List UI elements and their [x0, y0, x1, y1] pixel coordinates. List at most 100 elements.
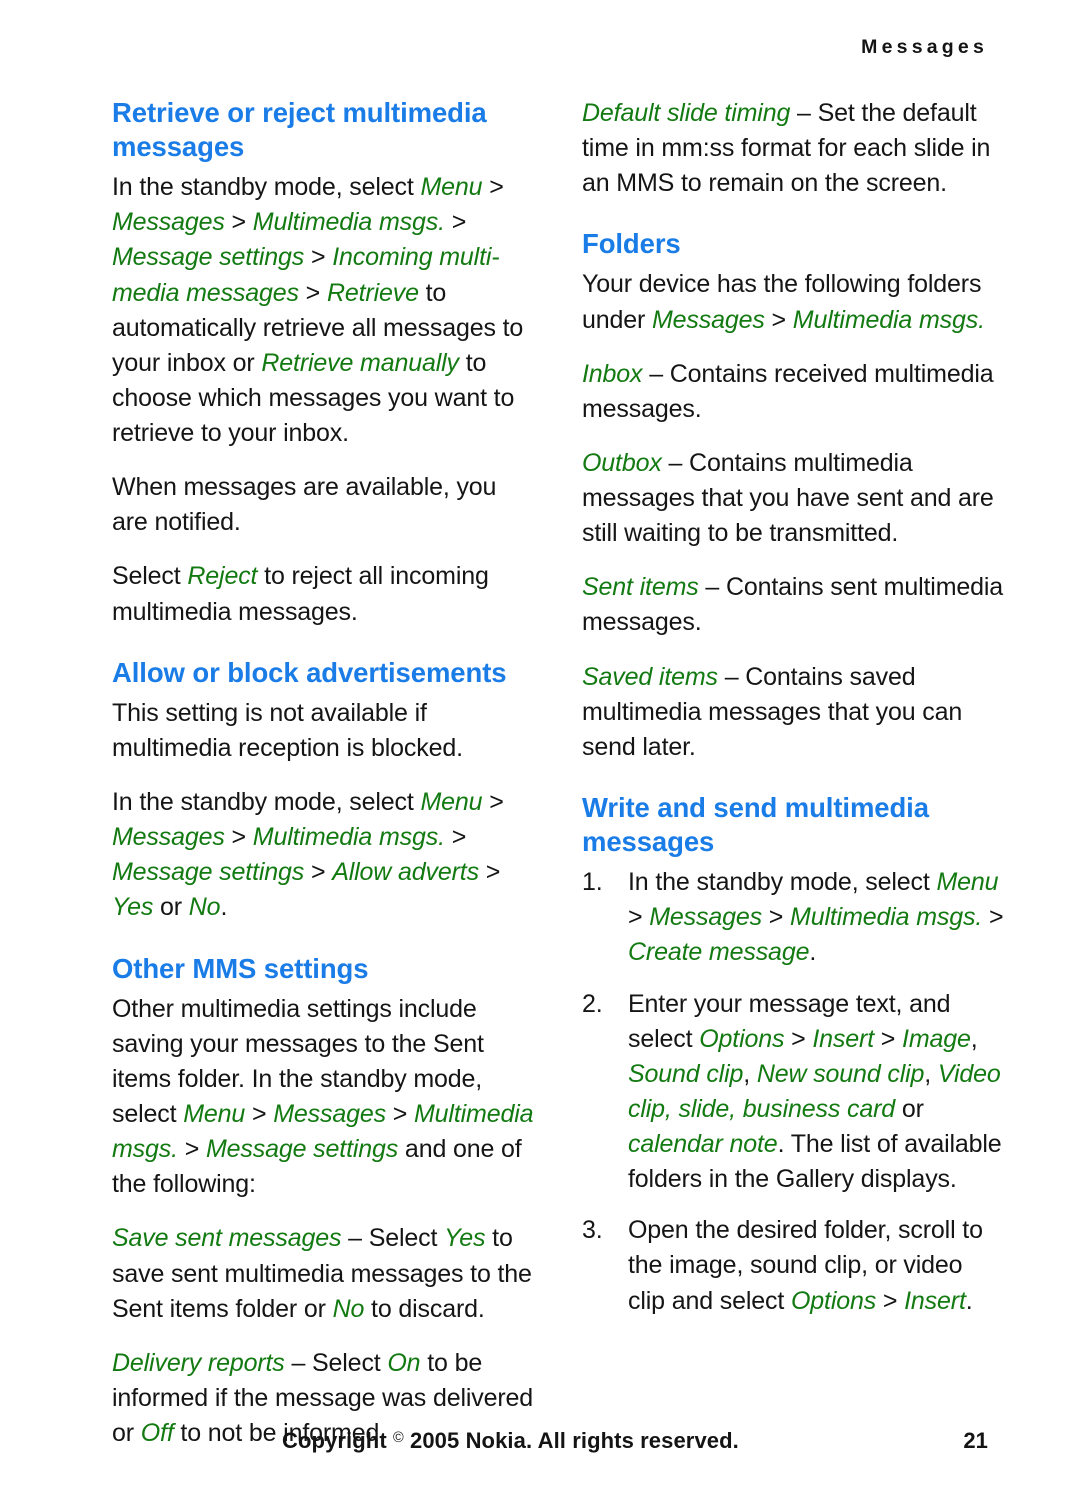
- body-paragraph: Sent items – Contains sent multimedia me…: [582, 570, 1006, 640]
- body-text: or: [895, 1094, 924, 1123]
- body-text: >: [478, 858, 501, 887]
- body-paragraph: Default slide timing – Set the default t…: [582, 96, 1006, 201]
- body-text: ,: [924, 1059, 938, 1088]
- manual-page: Messages Retrieve or reject multimedia m…: [0, 0, 1080, 1496]
- body-paragraph: When messages are available, you are not…: [112, 470, 536, 540]
- section-heading: Other MMS settings: [112, 952, 369, 984]
- section-heading: Write and send multimedia messages: [582, 791, 929, 858]
- ui-term: Menu: [936, 868, 999, 897]
- ui-term: Messages: [649, 903, 762, 932]
- ui-term: Yes: [444, 1224, 486, 1253]
- ui-term: Inbox: [582, 359, 643, 388]
- body-text: .: [220, 893, 228, 922]
- body-text: >: [764, 305, 793, 334]
- ui-term: Multimedia msgs.: [792, 305, 985, 334]
- copyright-notice: Copyright © 2005 Nokia. All rights reser…: [282, 1428, 739, 1454]
- ui-term: Sound clip: [628, 1059, 744, 1088]
- body-text: >: [982, 903, 1004, 932]
- body-text: >: [628, 903, 650, 932]
- ui-term: Create message: [628, 938, 810, 967]
- body-text: .: [809, 938, 817, 967]
- ui-term: Options: [790, 1286, 877, 1315]
- body-text: >: [224, 208, 253, 237]
- ui-term: Reject: [187, 562, 258, 591]
- ui-term: Messages: [112, 208, 225, 237]
- numbered-step-list: 1. In the standby mode, select Menu > Mes…: [582, 865, 1006, 1319]
- ui-term: Outbox: [582, 448, 662, 477]
- body-text: – Select: [284, 1348, 388, 1377]
- step-text: Enter your message text, and select Opti…: [628, 990, 1002, 1194]
- ui-term: No: [188, 893, 221, 922]
- body-text: When messages are available, you are not…: [112, 473, 497, 537]
- body-text: >: [784, 1024, 813, 1053]
- body-text: >: [298, 278, 327, 307]
- body-text: In the standby mode, select: [112, 173, 421, 202]
- body-text: or: [153, 893, 189, 922]
- body-paragraph: This setting is not available if multime…: [112, 696, 536, 766]
- body-paragraph: In the standby mode, select Menu > Messa…: [112, 170, 536, 451]
- ui-term: calendar note: [628, 1130, 778, 1159]
- body-text: – Select: [341, 1224, 445, 1253]
- body-text: >: [874, 1024, 903, 1053]
- ui-term: Messages: [652, 305, 765, 334]
- page-footer: Copyright © 2005 Nokia. All rights reser…: [112, 1428, 988, 1454]
- body-paragraph: Saved items – Contains saved multimedia …: [582, 660, 1006, 765]
- numbered-step-item: 2. Enter your message text, and select Op…: [582, 987, 1006, 1198]
- body-text: >: [444, 208, 467, 237]
- body-text: >: [762, 903, 791, 932]
- step-number: 2.: [582, 989, 603, 1018]
- ui-term: New sound clip: [756, 1059, 925, 1088]
- body-text: – Contains received multimedia messages.: [582, 359, 994, 423]
- ui-term: Options: [699, 1024, 785, 1053]
- step-number: 1.: [582, 868, 603, 897]
- ui-term: On: [387, 1348, 421, 1377]
- body-text: to discard.: [364, 1294, 485, 1323]
- body-text: >: [304, 858, 333, 887]
- ui-term: Message settings: [112, 243, 305, 272]
- body-text: >: [444, 823, 467, 852]
- ui-term: Multimedia msgs.: [790, 903, 983, 932]
- body-paragraph: In the standby mode, select Menu > Messa…: [112, 785, 536, 926]
- body-text: >: [245, 1100, 274, 1128]
- body-text: Select: [112, 562, 188, 591]
- ui-term: Retrieve: [326, 278, 419, 307]
- body-paragraph: Select Reject to reject all incoming mul…: [112, 559, 536, 629]
- body-text: >: [224, 823, 253, 852]
- right-column: Default slide timing – Set the default t…: [582, 96, 1006, 1366]
- body-text: .: [965, 1286, 973, 1315]
- numbered-step-item: 3. Open the desired folder, scroll to the…: [582, 1213, 1006, 1318]
- step-text: Open the desired folder, scroll to the i…: [628, 1216, 983, 1314]
- body-text: This setting is not available if multime…: [112, 698, 463, 762]
- body-paragraph: Other multimedia settings include saving…: [112, 992, 536, 1203]
- step-number: 3.: [582, 1216, 603, 1245]
- body-paragraph: Inbox – Contains received multimedia mes…: [582, 357, 1006, 427]
- body-text: >: [177, 1135, 206, 1164]
- ui-term: Image: [902, 1024, 971, 1053]
- body-paragraph: Outbox – Contains multimedia messages th…: [582, 446, 1006, 551]
- running-header-title: Messages: [861, 36, 988, 58]
- ui-term: Menu: [420, 788, 483, 817]
- ui-term: Insert: [904, 1286, 966, 1315]
- body-text: ,: [970, 1024, 978, 1053]
- ui-term: Allow adverts: [332, 858, 479, 887]
- ui-term: Menu: [420, 173, 483, 202]
- body-paragraph: Your device has the following folders un…: [582, 267, 1006, 337]
- body-text: >: [304, 243, 333, 272]
- section-heading: Retrieve or reject multimedia messages: [112, 97, 487, 163]
- ui-term: Multimedia msgs.: [252, 823, 445, 852]
- body-text: >: [482, 788, 504, 817]
- copyright-text-after: 2005 Nokia. All rights reserved.: [403, 1428, 739, 1453]
- body-text: ,: [743, 1059, 757, 1088]
- ui-term: Insert: [812, 1024, 874, 1053]
- body-text: In the standby mode, select: [628, 868, 937, 897]
- page-number: 21: [963, 1428, 988, 1453]
- body-paragraph: Save sent messages – Select Yes to save …: [112, 1221, 536, 1326]
- ui-term: Yes: [112, 893, 154, 922]
- two-column-body: Retrieve or reject multimedia messages In…: [112, 96, 1004, 1447]
- copyright-text-before: Copyright: [282, 1428, 393, 1453]
- ui-term: Message settings: [205, 1135, 399, 1164]
- ui-term: Default slide timing: [582, 99, 791, 127]
- ui-term: No: [332, 1294, 365, 1323]
- ui-term: Delivery reports: [112, 1348, 285, 1377]
- ui-term: Saved items: [582, 662, 718, 691]
